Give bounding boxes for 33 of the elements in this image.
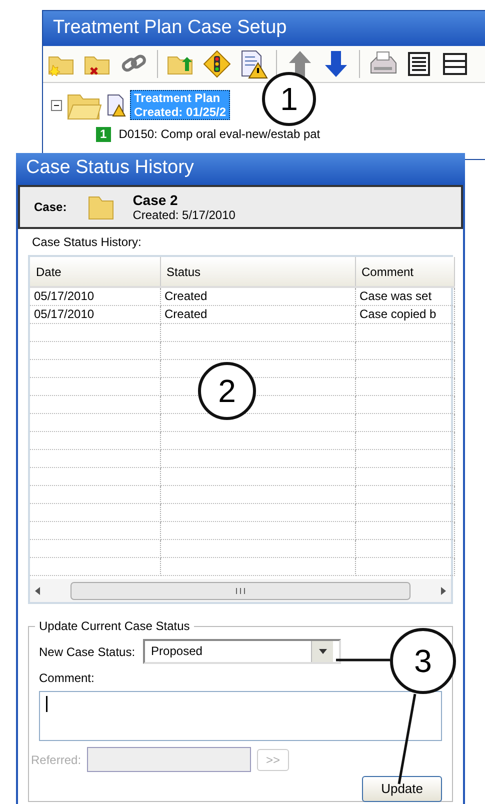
- scroll-right-icon[interactable]: [439, 586, 447, 596]
- comment-field[interactable]: [39, 691, 442, 741]
- field-label: Comment:: [39, 670, 96, 687]
- collapse-icon[interactable]: [51, 100, 62, 110]
- created-date: Created: 5/17/2010: [132, 208, 236, 222]
- field-label: New Case Status:: [39, 644, 136, 660]
- section-label: Case Status History:: [32, 234, 142, 251]
- table-cell: Case copied b: [355, 306, 454, 324]
- document-warning-icon: [106, 93, 126, 117]
- case-name: Case 2: [132, 192, 179, 208]
- column-header[interactable]: Comment: [355, 257, 454, 287]
- table-cell: Created: [160, 287, 355, 306]
- case-label: Case:: [34, 199, 67, 216]
- horizontal-scrollbar[interactable]: [30, 579, 451, 602]
- table-cell: Created: [160, 306, 355, 324]
- status-dropdown[interactable]: Proposed: [143, 639, 342, 664]
- count-badge: 1: [96, 126, 111, 142]
- tree-item-label[interactable]: D0150: Comp oral eval-new/estab pat: [118, 125, 320, 143]
- dialog-title: Case Status History: [16, 153, 465, 185]
- text-cursor-icon: [46, 696, 48, 712]
- column-header[interactable]: Status: [160, 257, 355, 287]
- field-label: Referred:: [31, 752, 82, 768]
- column-header[interactable]: Date: [30, 257, 160, 287]
- group-title: Update Current Case Status: [35, 618, 194, 634]
- window-title: Treatment Plan Case Setup: [43, 11, 485, 46]
- update-button[interactable]: Update: [362, 776, 442, 802]
- scroll-left-icon[interactable]: [34, 586, 42, 596]
- dropdown-arrow-icon[interactable]: [318, 649, 327, 654]
- table-cell: 05/17/2010: [30, 306, 160, 324]
- leader-line: [336, 658, 390, 662]
- table-cell: 05/17/2010: [30, 287, 160, 306]
- table-cell: Case was set: [355, 287, 454, 306]
- traffic-light-icon[interactable]: [202, 49, 232, 79]
